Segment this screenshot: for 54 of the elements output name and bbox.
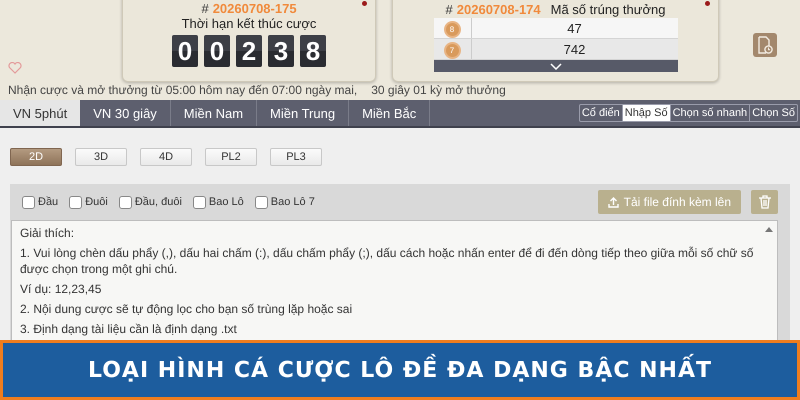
number-input-field[interactable] <box>11 220 778 340</box>
countdown-digit: 3 <box>268 35 294 67</box>
hash-symbol: # <box>446 2 453 17</box>
checkbox-label: Bao Lô <box>208 196 244 208</box>
checkbox[interactable] <box>22 196 35 208</box>
instruction-text: 2. Nội dung cược sẽ tự động lọc cho bạn số trùng lặp hoặc sai <box>20 301 354 317</box>
scroll-up-icon[interactable] <box>765 227 773 232</box>
instruction-text: Ví dụ: 12,23,45 <box>20 281 102 297</box>
checkbox[interactable] <box>69 196 82 208</box>
history-button[interactable] <box>753 33 777 57</box>
countdown-digit: 0 <box>172 35 198 67</box>
game-type-button[interactable]: PL2 <box>205 148 257 166</box>
game-type-button[interactable]: 3D <box>75 148 127 166</box>
checkbox[interactable] <box>118 196 132 208</box>
region-tab[interactable]: Miền Nam <box>170 100 258 126</box>
results-label: Mã số trúng thưởng <box>550 2 666 17</box>
countdown-digit: 0 <box>204 35 230 67</box>
schedule-text: Nhận cược và mở thưởng từ 05:00 hôm nay đến 07:00 ngày mai, <box>8 83 358 97</box>
countdown-digit: 2 <box>236 35 262 67</box>
checkbox[interactable] <box>192 196 206 208</box>
mode-tab[interactable]: Chọn Số <box>750 105 797 121</box>
mode-tab[interactable]: Chọn số nhanh <box>670 105 750 121</box>
result-cell: 47 <box>471 18 678 38</box>
instruction-text: 1. Vui lòng chèn dấu phẩy (,), dấu hai chấm (:), dấu chấm phẩy (;), dấu cách hoặc nhấn enter để đi đến dòng tiếp theo giữa mỗi số chữ số được chọn trong một ghi chú. <box>20 245 754 277</box>
game-type-button[interactable]: PL3 <box>270 148 322 166</box>
number-ball: 8 <box>446 22 458 36</box>
region-tab[interactable]: Miền Trung <box>257 100 350 126</box>
chevron-down-icon <box>550 62 562 70</box>
draw-number: 20260708-175 <box>212 1 297 16</box>
heart-icon[interactable] <box>8 62 22 74</box>
trash-icon <box>758 195 770 209</box>
result-cell: 742 <box>471 38 678 60</box>
mode-tab[interactable]: Nhập Số <box>622 105 671 121</box>
checkbox-label: Đầu <box>38 196 58 208</box>
region-tab[interactable]: VN 30 giây <box>80 100 171 126</box>
interval-text: 30 giây 01 kỳ mở thưởng <box>371 83 506 97</box>
countdown-label: Thời hạn kết thúc cược <box>182 16 316 31</box>
game-type-button[interactable]: 4D <box>140 148 192 166</box>
checkbox-label: Bao Lô 7 <box>270 196 315 208</box>
checkbox-label: Đầu, đuôi <box>134 196 182 208</box>
number-ball: 7 <box>446 44 458 57</box>
checkbox-label: Đuôi <box>85 196 108 208</box>
hash-symbol: # <box>201 1 209 16</box>
instruction-text: 3. Định dạng tài liệu cần là định dạng .txt <box>20 321 238 337</box>
region-tab[interactable]: VN 5phút <box>0 100 80 126</box>
region-tab[interactable]: Miền Bắc <box>349 100 430 126</box>
draw-number: 20260708-174 <box>456 2 541 17</box>
instruction-text: Giải thích: <box>20 225 76 241</box>
countdown-digit: 8 <box>300 35 326 67</box>
checkbox[interactable] <box>254 196 268 208</box>
game-type-button[interactable]: 2D <box>10 148 62 166</box>
upload-icon <box>608 196 619 208</box>
document-clock-icon <box>757 36 773 54</box>
delete-button[interactable] <box>751 190 778 214</box>
